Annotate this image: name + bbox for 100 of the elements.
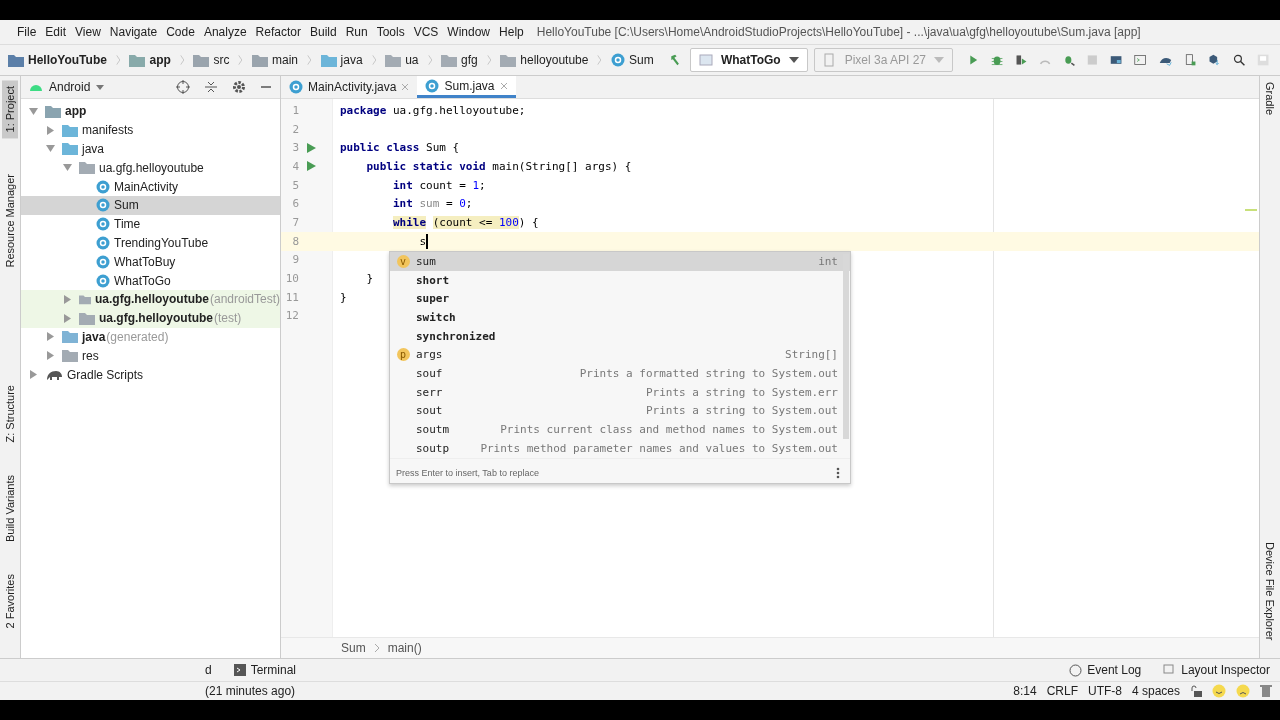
tool-window-tab[interactable]: Build Variants xyxy=(2,468,18,548)
tree-item[interactable]: ua.gfg.helloyoutube(androidTest) xyxy=(21,289,280,309)
line-separator[interactable]: CRLF xyxy=(1046,684,1078,698)
tree-item[interactable]: MainActivity xyxy=(21,177,280,196)
tree-item[interactable]: app xyxy=(21,102,280,121)
menu-item[interactable]: Code xyxy=(166,25,195,39)
project-view-selector[interactable]: Android xyxy=(49,80,91,94)
breadcrumb-item[interactable]: gfg xyxy=(461,53,478,67)
tree-item[interactable]: WhatToBuy xyxy=(21,252,280,272)
caret-position[interactable]: 8:14 xyxy=(1013,684,1037,698)
breadcrumb-item[interactable]: Sum xyxy=(341,641,366,655)
menu-item[interactable]: Navigate xyxy=(109,25,158,39)
tree-label-suffix: (generated) xyxy=(106,329,169,344)
terminal-window-icon[interactable] xyxy=(1134,52,1147,68)
close-icon[interactable] xyxy=(499,81,508,90)
expand-arrow-icon[interactable] xyxy=(46,125,55,135)
menu-item[interactable]: VCS xyxy=(413,25,439,39)
menu-item[interactable]: Edit xyxy=(45,25,67,39)
folder-icon xyxy=(441,53,458,67)
tree-item[interactable]: Time xyxy=(21,214,280,234)
menu-item[interactable]: Window xyxy=(447,25,491,39)
breadcrumb-item[interactable]: java xyxy=(340,53,363,67)
indent-setting[interactable]: 4 spaces xyxy=(1131,684,1180,698)
tool-window-tab[interactable]: d xyxy=(205,663,212,677)
expand-arrow-icon[interactable] xyxy=(46,332,55,342)
completion-item[interactable]: short xyxy=(390,270,850,290)
completion-item[interactable]: sout Prints a string to System.out xyxy=(390,401,850,421)
smiley-icon[interactable] xyxy=(1212,684,1226,698)
breadcrumb-item[interactable]: Sum xyxy=(629,53,654,67)
caret-icon[interactable] xyxy=(96,84,105,90)
completion-item[interactable]: super xyxy=(390,289,850,309)
tool-window-tab[interactable]: Gradle xyxy=(1264,82,1276,116)
breadcrumb-item[interactable]: main() xyxy=(387,641,422,655)
editor-tab[interactable]: MainActivity.java xyxy=(281,76,418,98)
close-icon[interactable] xyxy=(401,83,410,91)
completion-item[interactable]: serr Prints a string to System.err xyxy=(390,382,850,402)
completion-item[interactable]: synchronized xyxy=(390,326,850,346)
menu-item[interactable]: File xyxy=(17,25,37,39)
phone-download-icon[interactable] xyxy=(1184,52,1197,68)
breadcrumb-item[interactable]: app xyxy=(149,53,171,67)
tool-window-tab[interactable]: Device File Explorer xyxy=(1264,541,1276,640)
completion-item[interactable]: v sum int xyxy=(390,252,850,271)
expand-arrow-icon[interactable] xyxy=(46,351,55,361)
tree-item[interactable]: res xyxy=(21,346,280,366)
sdk-box-icon[interactable] xyxy=(1208,52,1221,68)
expand-arrow-icon[interactable] xyxy=(29,106,38,116)
tree-item[interactable]: ua.gfg.helloyoutube xyxy=(21,158,280,178)
tool-window-tab[interactable]: Resource Manager xyxy=(2,168,18,275)
menu-item[interactable]: Refactor xyxy=(255,25,301,39)
file-encoding[interactable]: UTF-8 xyxy=(1087,684,1122,698)
collapse-all-icon[interactable] xyxy=(204,80,218,94)
search-icon[interactable] xyxy=(1232,52,1245,68)
tree-item[interactable]: java(generated) xyxy=(21,327,280,347)
expand-arrow-icon[interactable] xyxy=(63,313,72,323)
frown-icon[interactable] xyxy=(1236,684,1250,698)
breadcrumb-item[interactable]: HelloYouTube xyxy=(28,53,107,67)
tool-window-tab[interactable]: Event Log xyxy=(1069,663,1142,677)
run-gutter-icon[interactable] xyxy=(307,161,316,172)
tool-window-tab[interactable]: Z: Structure xyxy=(2,379,18,449)
tree-item[interactable]: manifests xyxy=(21,120,280,140)
menu-item[interactable]: Build xyxy=(309,25,337,39)
settings-icon[interactable] xyxy=(232,80,246,94)
menu-item[interactable]: View xyxy=(75,25,101,39)
line-number: 10 xyxy=(284,272,299,286)
tree-item[interactable]: TrendingYouTube xyxy=(21,233,280,253)
completion-item[interactable]: souf Prints a formatted string to System.out xyxy=(390,364,850,383)
tool-window-tab[interactable]: 2 Favorites xyxy=(2,567,18,634)
tool-window-tab[interactable]: Layout Inspector xyxy=(1163,663,1270,677)
run-configuration-dropdown[interactable]: WhatToGo xyxy=(689,48,808,72)
menu-item[interactable]: Analyze xyxy=(203,25,247,39)
run-icon[interactable] xyxy=(968,53,979,67)
tree-item[interactable]: WhatToGo xyxy=(21,271,280,290)
breadcrumb-item[interactable]: main xyxy=(271,53,298,67)
expand-arrow-icon[interactable] xyxy=(29,370,38,380)
completion-item[interactable]: soutm Prints current class and method names to System.out xyxy=(390,420,850,439)
coverage-icon[interactable] xyxy=(1014,52,1028,68)
more-icon[interactable] xyxy=(836,466,840,479)
locate-icon[interactable] xyxy=(176,80,190,94)
breadcrumb-item[interactable]: src xyxy=(213,53,230,67)
breadcrumb-item[interactable]: helloyoutube xyxy=(520,53,589,67)
expand-arrow-icon[interactable] xyxy=(63,163,72,173)
hammer-icon[interactable] xyxy=(668,52,681,68)
inspector-icon[interactable] xyxy=(1260,684,1272,698)
tree-item[interactable]: Sum xyxy=(21,196,280,215)
completion-item[interactable]: soutp Prints method parameter names and values to System.out xyxy=(390,438,850,458)
tool-window-tab[interactable]: 1: Project xyxy=(2,80,18,139)
breadcrumb-item[interactable]: ua xyxy=(405,53,419,67)
tree-item[interactable]: java xyxy=(21,139,280,159)
expand-arrow-icon[interactable] xyxy=(63,294,72,304)
lock-icon[interactable] xyxy=(1190,685,1202,697)
run-gutter-icon[interactable] xyxy=(307,142,316,153)
completion-item[interactable]: switch xyxy=(390,308,850,327)
tool-window-tab[interactable]: Terminal xyxy=(233,663,297,677)
completion-item[interactable]: p args String[] xyxy=(390,345,850,365)
editor-tab[interactable]: Sum.java xyxy=(417,76,516,98)
menu-item[interactable]: Tools xyxy=(376,25,405,39)
menu-item[interactable]: Help xyxy=(499,25,524,39)
expand-arrow-icon[interactable] xyxy=(46,144,55,154)
menu-item[interactable]: Run xyxy=(345,25,368,39)
tree-item[interactable]: Gradle Scripts xyxy=(21,365,280,384)
